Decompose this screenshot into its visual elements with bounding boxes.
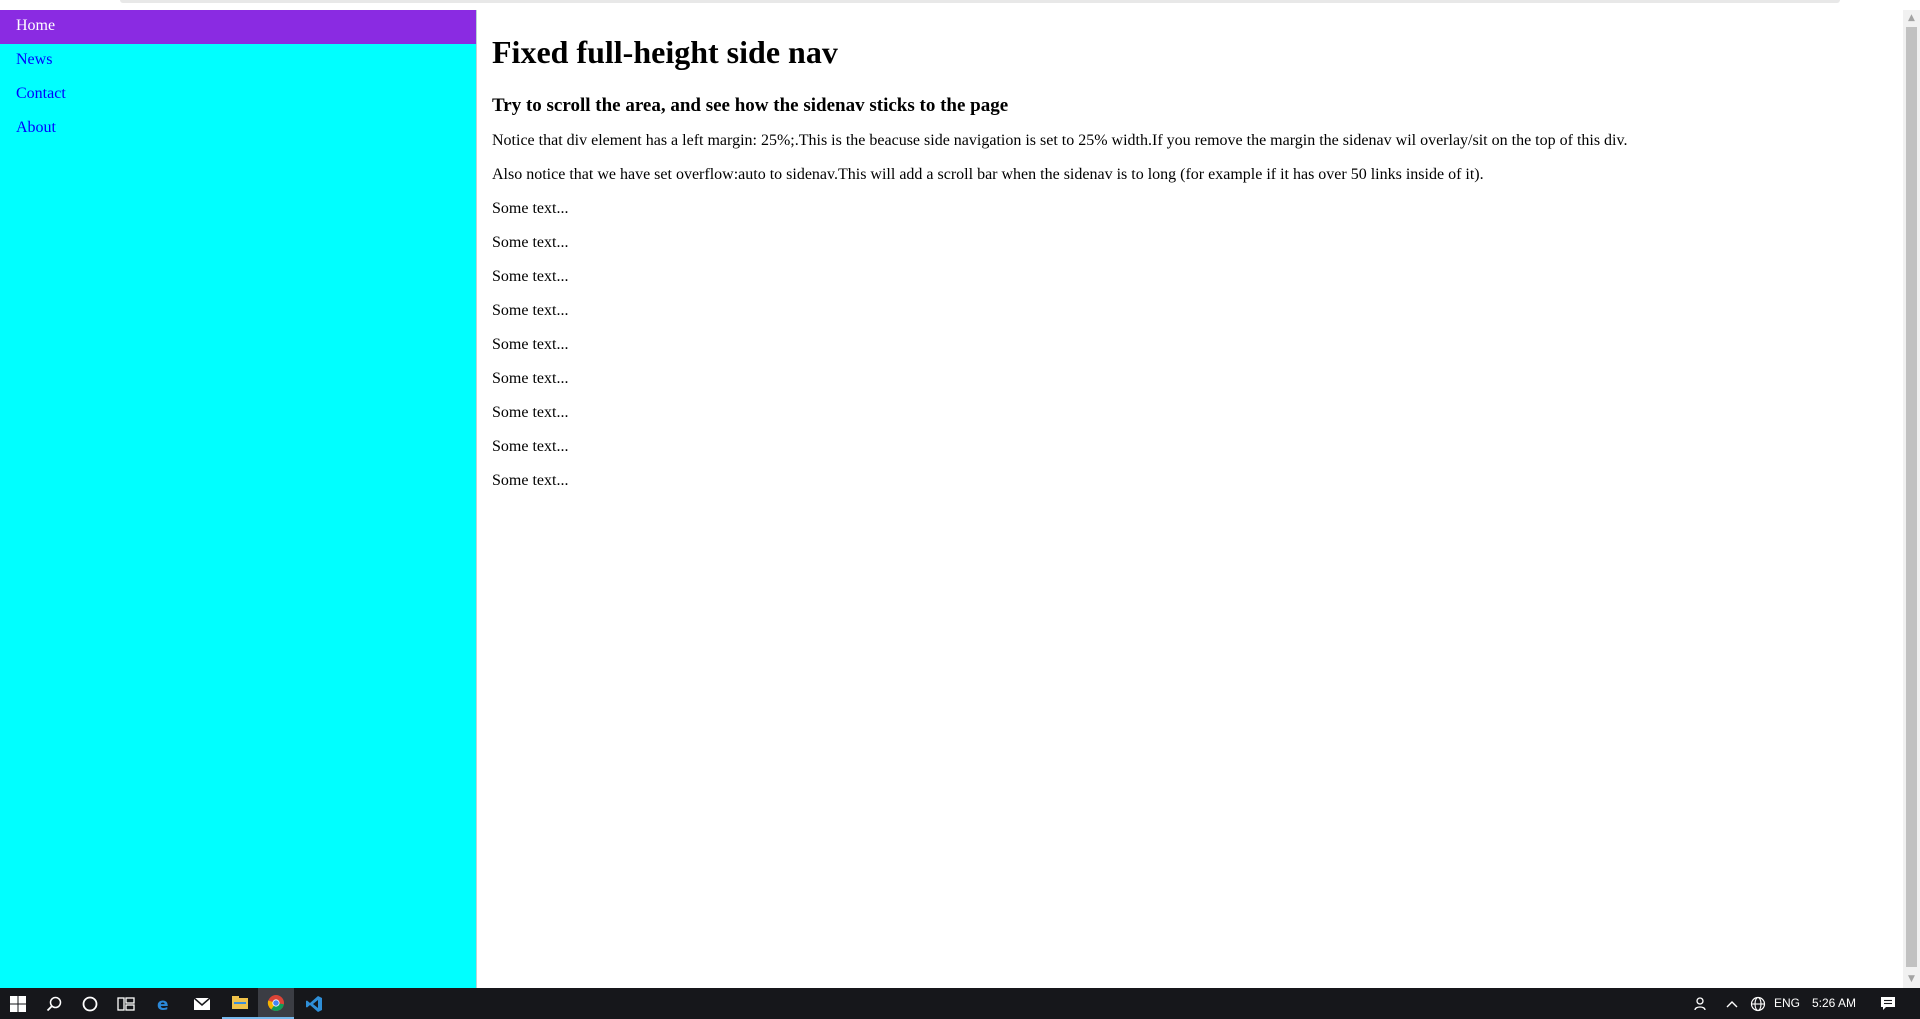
paragraph-some-text: Some text...	[492, 200, 569, 217]
sidenav-item-home[interactable]: Home	[0, 10, 476, 44]
page-scrollbar[interactable]: ▲ ▼	[1903, 10, 1920, 988]
task-view-icon[interactable]	[108, 988, 144, 1019]
windows-start-icon[interactable]	[0, 988, 36, 1019]
windows-taskbar: e ENG 5:26 AM	[0, 988, 1920, 1019]
action-center-icon[interactable]	[1870, 988, 1906, 1019]
clock-time[interactable]: 5:26 AM	[1812, 988, 1856, 1019]
chrome-icon[interactable]	[258, 988, 294, 1019]
main-content: Fixed full-height side nav Try to scroll…	[492, 10, 1892, 498]
file-explorer-icon[interactable]	[222, 988, 258, 1019]
scroll-down-arrow-icon[interactable]: ▼	[1903, 971, 1920, 988]
sidenav-item-about[interactable]: About	[0, 112, 476, 146]
paragraph-some-text: Some text...	[492, 302, 569, 319]
paragraph-margin-note: Notice that div element has a left margi…	[492, 132, 1628, 149]
paragraph-overflow-note: Also notice that we have set overflow:au…	[492, 166, 1484, 183]
mail-icon[interactable]	[184, 988, 220, 1019]
paragraph-some-text: Some text...	[492, 268, 569, 285]
paragraph-some-text: Some text...	[492, 404, 569, 421]
cortana-icon[interactable]	[72, 988, 108, 1019]
sidenav-item-contact[interactable]: Contact	[0, 78, 476, 112]
paragraph-some-text: Some text...	[492, 234, 569, 251]
scrollbar-thumb[interactable]	[1906, 27, 1917, 967]
page-subtitle: Try to scroll the area, and see how the …	[492, 95, 1009, 116]
edge-icon[interactable]: e	[146, 988, 182, 1019]
paragraph-some-text: Some text...	[492, 336, 569, 353]
scroll-up-arrow-icon[interactable]: ▲	[1903, 10, 1920, 27]
paragraph-some-text: Some text...	[492, 370, 569, 387]
address-bar-edge	[120, 0, 1840, 3]
page-viewport: Home News Contact About Fixed full-heigh…	[0, 10, 1920, 988]
language-indicator[interactable]: ENG	[1774, 988, 1800, 1019]
svg-text:e: e	[157, 995, 169, 1013]
network-globe-icon[interactable]	[1744, 988, 1772, 1019]
search-icon[interactable]	[36, 988, 72, 1019]
sidenav-item-news[interactable]: News	[0, 44, 476, 78]
paragraph-some-text: Some text...	[492, 472, 569, 489]
page-title: Fixed full-height side nav	[492, 34, 838, 70]
vscode-icon[interactable]	[296, 988, 332, 1019]
paragraph-some-text: Some text...	[492, 438, 569, 455]
sidenav: Home News Contact About	[0, 10, 477, 988]
chevron-up-icon[interactable]	[1718, 988, 1746, 1019]
people-icon[interactable]	[1686, 988, 1716, 1019]
